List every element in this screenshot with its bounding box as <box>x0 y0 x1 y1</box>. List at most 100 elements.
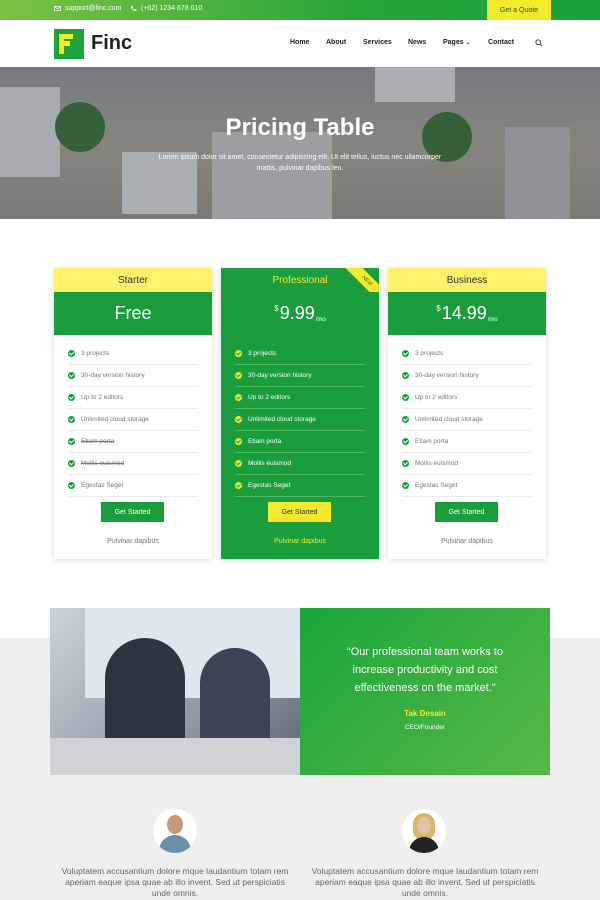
plan-price: Free <box>54 292 212 335</box>
feature-item: Egestas Seget <box>235 475 365 497</box>
feature-item: Egestas Seget <box>402 475 532 497</box>
feature-item: 30-day version history <box>235 365 365 387</box>
testimonial-quote: “Our professional team works to increase… <box>347 646 503 694</box>
avatar-head <box>417 817 431 834</box>
feature-list: 3 projects 30-day version history Up to … <box>402 343 532 497</box>
plan-card-starter: Starter Free 3 projects 30-day version h… <box>54 268 212 559</box>
phone-icon <box>131 5 137 11</box>
avatar <box>153 809 197 853</box>
check-icon <box>235 350 242 357</box>
feature-item: Etiam porta <box>68 431 198 453</box>
feature-item: Mollis euismod <box>68 453 198 475</box>
check-icon <box>402 460 409 467</box>
plan-footer: Pulvinar dapibus <box>107 538 159 545</box>
plan-footer: Pulvinar dapibus <box>274 538 326 545</box>
feature-item: 30-day version history <box>68 365 198 387</box>
check-icon <box>402 350 409 357</box>
price-amount: Free <box>114 303 152 323</box>
feature-list: 3 projects 30-day version history Up to … <box>68 343 198 497</box>
avatar-body <box>159 835 191 853</box>
check-icon <box>68 482 75 489</box>
check-icon <box>402 394 409 401</box>
plan-card-business: Business $ 14.99 /mo 3 projects 30-day v… <box>388 268 546 559</box>
feature-item: 3 projects <box>235 343 365 365</box>
feature-item: 30-day version history <box>402 365 532 387</box>
feature-list: 3 projects 30-day version history Up to … <box>235 343 365 497</box>
feature-item: Etiam porta <box>235 431 365 453</box>
plan-footer: Pulvinar dapibus <box>441 538 493 545</box>
price-currency: $ <box>274 304 279 313</box>
check-icon <box>68 416 75 423</box>
site-header: Finc Home About Services News Pages ⌄ Co… <box>0 20 600 67</box>
check-icon <box>402 372 409 379</box>
mail-icon <box>54 6 61 11</box>
testimonial-role: CEO/Founder <box>404 724 446 731</box>
phone-info[interactable]: (+62) 1234 678 010 <box>130 5 202 12</box>
quote-panel: “Our professional team works to increase… <box>300 608 550 775</box>
check-icon <box>68 394 75 401</box>
feature-item: Unlimited cloud storage <box>402 409 532 431</box>
check-icon <box>402 482 409 489</box>
avatar-head <box>167 815 183 834</box>
hero-overlay <box>0 67 600 219</box>
feature-item: Up to 2 editors <box>402 387 532 409</box>
feature-item: 3 projects <box>402 343 532 365</box>
price-currency: $ <box>436 304 441 313</box>
price-period: /mo <box>487 317 498 323</box>
check-icon <box>235 372 242 379</box>
get-a-quote-button[interactable]: Get a Quote <box>487 0 551 20</box>
check-icon <box>68 460 75 467</box>
page-title: Pricing Table <box>225 114 375 141</box>
feature-item: Unlimited cloud storage <box>68 409 198 431</box>
team-meeting-photo <box>50 608 300 775</box>
feature-item: Egestas Seget <box>68 475 198 497</box>
brand-name[interactable]: Finc <box>91 32 132 55</box>
nav-services[interactable]: Services <box>363 39 392 46</box>
check-icon <box>235 460 242 467</box>
man-figure-image <box>105 638 185 748</box>
email-info[interactable]: support@finc.com <box>54 5 122 12</box>
review-text: Voluptatem accusantium dolore mque lauda… <box>61 866 289 898</box>
avatar-body <box>409 837 439 853</box>
feature-item: Mollis euismod <box>402 453 532 475</box>
plan-price: $ 9.99 /mo <box>221 292 379 335</box>
plan-name: Starter <box>54 268 212 292</box>
get-started-button[interactable]: Get Started <box>435 502 498 522</box>
nav-pages-label: Pages <box>443 39 464 46</box>
check-icon <box>68 372 75 379</box>
check-icon <box>68 438 75 445</box>
finc-logo-icon[interactable] <box>54 29 84 59</box>
hero-banner: Pricing Table Lorem ipsum dolor sit amet… <box>0 67 600 219</box>
plan-name: Business <box>388 268 546 292</box>
check-icon <box>402 438 409 445</box>
plan-card-professional: Professional NEW $ 9.99 /mo 3 projects 3… <box>221 268 379 559</box>
avatar <box>402 809 446 853</box>
feature-item: Unlimited cloud storage <box>235 409 365 431</box>
woman-figure-image <box>200 648 270 748</box>
nav-pages[interactable]: Pages ⌄ <box>443 39 471 46</box>
feature-item: Up to 2 editors <box>68 387 198 409</box>
price-period: /mo <box>315 317 326 323</box>
check-icon <box>235 416 242 423</box>
feature-item: Up to 2 editors <box>235 387 365 409</box>
check-icon <box>402 416 409 423</box>
search-icon[interactable] <box>535 39 543 47</box>
check-icon <box>235 394 242 401</box>
top-bar: support@finc.com (+62) 1234 678 010 Get … <box>0 0 600 20</box>
get-started-button[interactable]: Get Started <box>268 502 331 522</box>
get-started-button[interactable]: Get Started <box>101 502 164 522</box>
check-icon <box>235 438 242 445</box>
review-text: Voluptatem accusantium dolore mque lauda… <box>311 866 539 898</box>
feature-item: Etiam porta <box>402 431 532 453</box>
phone-text: (+62) 1234 678 010 <box>141 5 203 12</box>
price-amount: 14.99 <box>441 303 487 323</box>
feature-item: 3 projects <box>68 343 198 365</box>
nav-home[interactable]: Home <box>290 39 309 46</box>
chevron-down-icon: ⌄ <box>465 40 471 46</box>
nav-contact[interactable]: Contact <box>488 39 514 46</box>
check-icon <box>68 350 75 357</box>
nav-news[interactable]: News <box>408 39 426 46</box>
desk-image <box>50 738 300 775</box>
nav-about[interactable]: About <box>326 39 346 46</box>
email-text: support@finc.com <box>65 5 122 12</box>
